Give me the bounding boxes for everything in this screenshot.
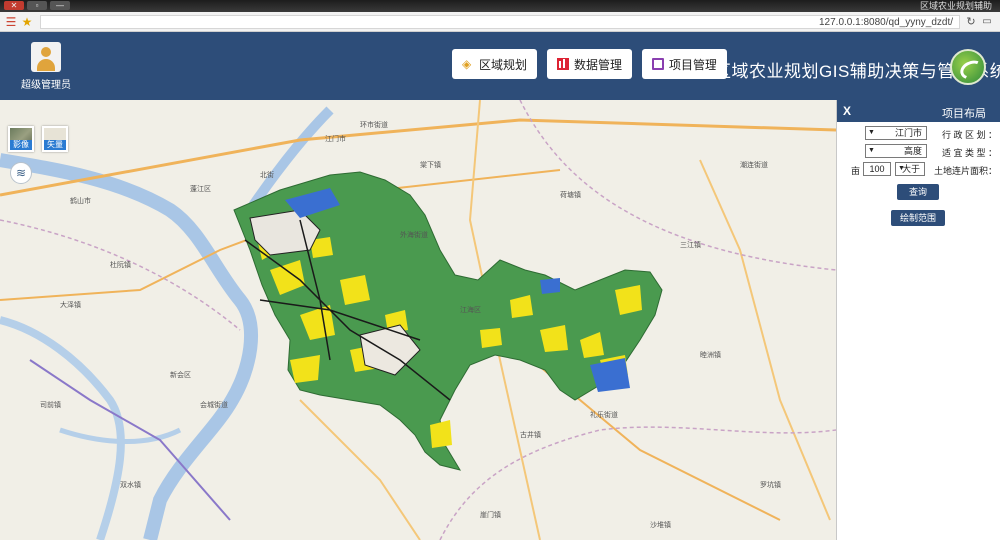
nav-label: 区域规划 [479,57,528,72]
monitor-icon [652,58,665,70]
map-label: 棠下镇 [420,162,441,169]
map-pin-icon: ◈ [462,57,472,71]
layers-icon[interactable]: ≋ [10,162,32,184]
map-canvas[interactable]: 江门市 鹤山市 蓬江区 新会区 杜阮镇 棠下镇 荷塘镇 大泽镇 司前镇 会城街道… [0,100,836,540]
map-label: 三江镇 [680,242,701,249]
admin-region-select[interactable]: ▼ 江门市 [865,126,927,140]
area-unit: 亩 [851,166,861,176]
road [699,159,831,521]
star-icon[interactable]: ★ [20,15,34,29]
nav-label: 数据管理 [574,57,623,72]
map-label: 睦洲镇 [700,352,721,359]
user-menu[interactable]: 超级管理员 [20,42,72,91]
user-icon-head [41,47,51,57]
app-header: 超级管理员 ◈ 区域规划 数据管理 项目管理 区域农业规划GIS辅助决策与管理系… [0,32,1000,100]
query-button[interactable]: 查询 [897,184,939,200]
map-label: 罗坑镇 [760,482,781,489]
browser-titlebar: ✕ ▫ — 区域农业规划辅助 [0,0,1000,12]
map-graphics [0,100,836,540]
map-label: 杜阮镇 [110,262,131,269]
panel-title: 项目布局 [942,108,986,120]
admin-region-label: 行 政 区 划 ： [941,130,997,140]
project-layout-panel: X 项目布局 ▼ 江门市 行 政 区 划 ： ▼ 高度 适 宜 类 型 ： 亩 … [836,100,1000,540]
app-logo [950,49,986,85]
draw-range-button[interactable]: 绘制范围 [891,210,945,226]
main-nav: ◈ 区域规划 数据管理 项目管理 [452,49,728,79]
user-name: 超级管理员 [21,80,71,91]
panel-header: X 项目布局 [837,100,1000,122]
map-label: 大泽镇 [60,302,81,309]
area-label: 土地连片面积： [933,166,997,176]
basemap-label: 影像 [10,140,32,150]
basemap-label: 矢量 [44,140,66,150]
chevron-down-icon: ▼ [868,129,875,136]
refresh-icon[interactable]: ↻ [964,15,978,29]
suitability-label: 适 宜 类 型 ： [941,148,997,158]
map-label: 蓬江区 [190,186,211,193]
map-label: 古井镇 [520,432,541,439]
area-operator-select[interactable]: ▼ 大于 [895,162,925,176]
suitability-select[interactable]: ▼ 高度 [865,144,927,158]
map-label: 双水镇 [120,482,141,489]
basemap-vector[interactable]: 矢量 [42,126,68,152]
map-label: 潮连街道 [740,162,768,169]
basemap-switcher: 影像 矢量 [8,126,68,152]
suitability-value: 高度 [903,146,922,156]
map-label: 北街 [260,172,274,179]
area-value-input[interactable]: 100 [863,162,891,176]
window-maximize-button[interactable]: ▫ [27,1,47,10]
suitability-row: ▼ 高度 适 宜 类 型 ： [865,144,997,160]
admin-region-value: 江门市 [894,128,922,138]
map-label: 鹤山市 [70,198,91,205]
window-title: 区域农业规划辅助 [919,1,992,11]
close-icon[interactable]: X [843,104,851,118]
map-label: 新会区 [170,372,191,379]
avatar [31,42,61,72]
map-label: 司前镇 [40,402,61,409]
nav-region-planning[interactable]: ◈ 区域规划 [452,49,538,79]
address-bar: ☰ ★ 127.0.0.1:8080/qd_yyny_dzdt/ ↻ ▭ [0,12,1000,32]
map-label: 外海街道 [400,232,428,239]
nav-label: 项目管理 [669,57,718,72]
window-close-button[interactable]: ✕ [4,1,24,10]
url-text: 127.0.0.1:8080/qd_yyny_dzdt/ [819,17,953,28]
user-icon-body [37,59,55,71]
chart-icon [557,58,570,70]
map-label: 环市街道 [360,122,388,129]
area-row: 亩 100 ▼ 大于 土地连片面积： [849,162,997,178]
admin-region-row: ▼ 江门市 行 政 区 划 ： [865,126,997,142]
map-label: 沙堆镇 [650,522,671,529]
nav-data-management[interactable]: 数据管理 [547,49,633,79]
menu-icon[interactable]: ☰ [4,15,18,29]
tabs-icon[interactable]: ▭ [980,15,994,29]
map-label: 礼乐街道 [590,412,618,419]
url-field[interactable]: 127.0.0.1:8080/qd_yyny_dzdt/ [40,15,960,29]
chevron-down-icon: ▼ [868,147,875,154]
map-label: 崖门镇 [480,512,501,519]
chevron-down-icon: ▼ [898,165,905,172]
map-label: 江门市 [325,136,346,143]
water-area [540,278,560,294]
window-minimize-button[interactable]: — [50,1,70,10]
map-label: 江海区 [460,307,481,314]
window-buttons: ✕ ▫ — [4,1,70,10]
basemap-imagery[interactable]: 影像 [8,126,34,152]
map-label: 荷塘镇 [560,192,581,199]
map-label: 会城街道 [200,402,228,409]
